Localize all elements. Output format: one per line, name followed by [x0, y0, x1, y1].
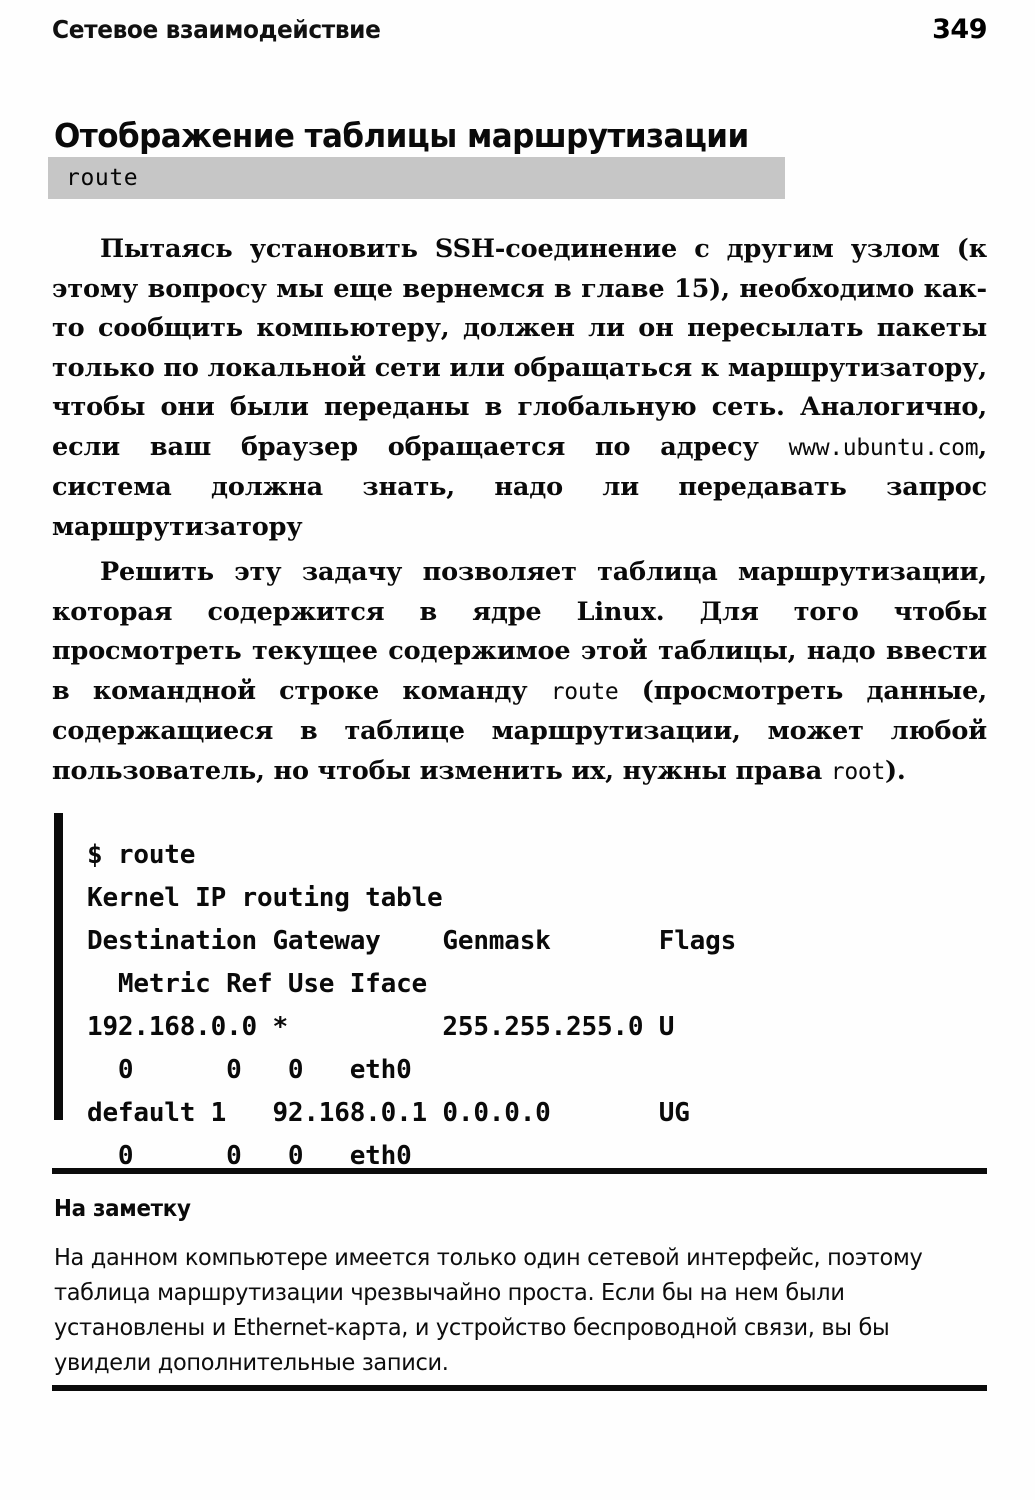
code-listing: $ route Kernel IP routing table Destinat…: [54, 808, 954, 1204]
document-page: Сетевое взаимодействие 349 Отображение т…: [0, 0, 1035, 1500]
paragraph-text: Пытаясь установить SSH-соединение с друг…: [52, 230, 987, 547]
note-top-divider: [52, 1168, 987, 1174]
paragraph-2-segment-3: ).: [885, 755, 906, 786]
running-head: Сетевое взаимодействие 349: [52, 14, 987, 45]
code-listing-text: $ route Kernel IP routing table Destinat…: [87, 840, 737, 1171]
page-number: 349: [932, 14, 987, 45]
inline-code-root: root: [830, 758, 886, 785]
note-heading: На заметку: [54, 1196, 191, 1222]
section-heading: Отображение таблицы маршрутизации: [54, 116, 749, 156]
body-paragraph-1: Пытаясь установить SSH-соединение с друг…: [52, 230, 987, 547]
paragraph-text: Решить эту задачу позволяет таблица марш…: [52, 553, 987, 792]
note-body-text: На данном компьютере имеется только один…: [54, 1243, 923, 1376]
body-paragraph-2: Решить эту задачу позволяет таблица марш…: [52, 553, 987, 792]
note-bottom-divider: [52, 1385, 987, 1391]
running-head-chapter-title: Сетевое взаимодействие: [52, 15, 381, 44]
paragraph-1-segment-1: Пытаясь установить SSH-соединение с друг…: [52, 234, 987, 462]
inline-code-url: www.ubuntu.com: [788, 434, 979, 461]
note-body: На данном компьютере имеется только один…: [54, 1240, 945, 1380]
code-listing-left-rule: [54, 813, 63, 1120]
syntax-box-command: route: [66, 165, 139, 191]
inline-code-route: route: [550, 678, 619, 705]
syntax-box: route: [48, 157, 785, 199]
